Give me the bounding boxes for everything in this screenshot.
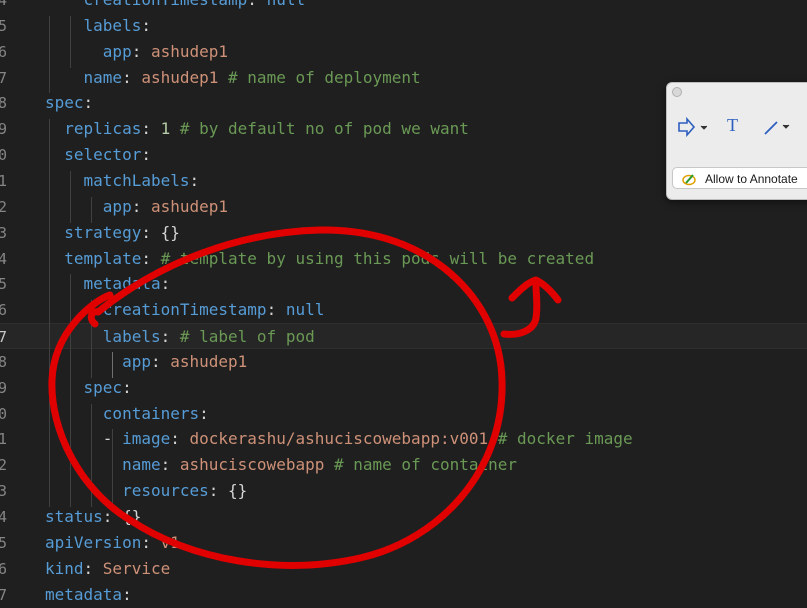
red-ink-annotation — [48, 226, 562, 569]
hand-drawn-circle — [48, 226, 506, 569]
hand-drawn-arrow — [500, 276, 562, 338]
